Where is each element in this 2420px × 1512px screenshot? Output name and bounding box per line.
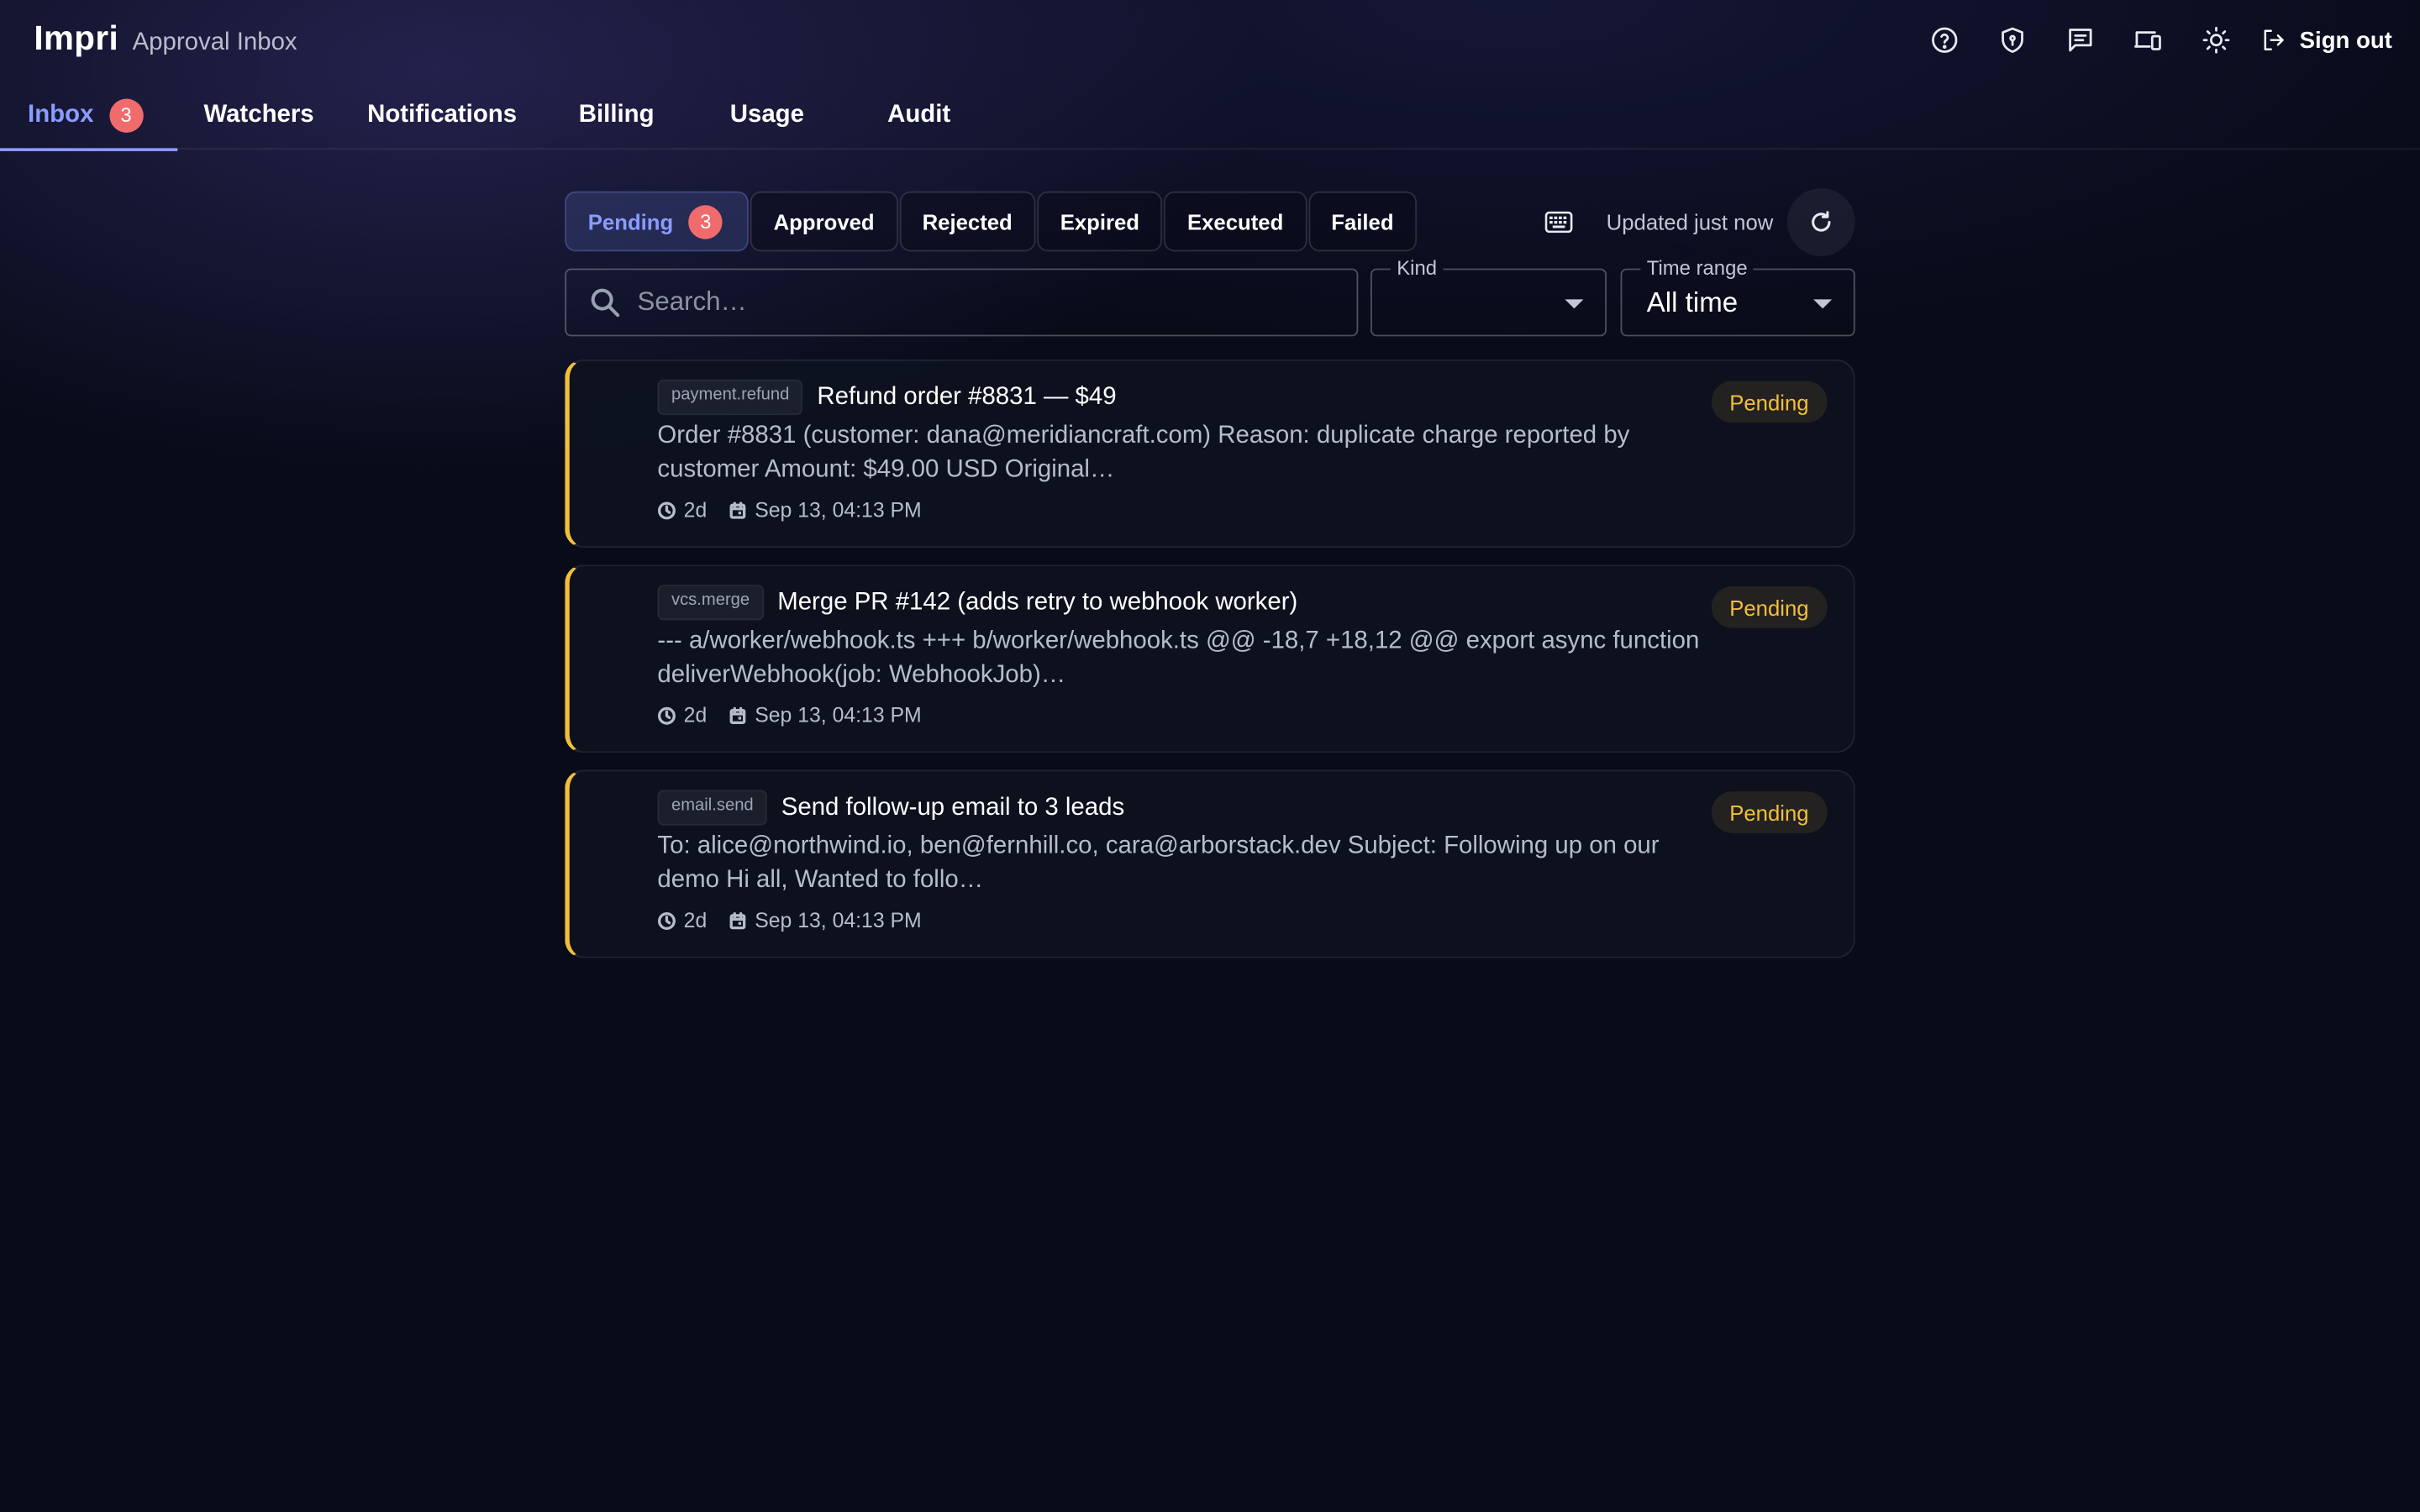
page-title: Approval Inbox <box>132 29 297 56</box>
chevron-down-icon <box>1565 299 1584 309</box>
request-card[interactable]: email.send Send follow-up email to 3 lea… <box>565 769 1855 958</box>
calendar-icon <box>729 706 746 724</box>
clock-icon <box>657 911 676 930</box>
filter-tab-failed[interactable]: Failed <box>1307 191 1418 252</box>
search-box <box>565 268 1359 337</box>
request-date: Sep 13, 04:13 PM <box>755 908 922 932</box>
time-range-label: Time range <box>1640 255 1754 281</box>
inbox-count-badge: 3 <box>108 97 144 133</box>
theme-icon[interactable] <box>2182 18 2250 61</box>
filter-tab-approved[interactable]: Approved <box>750 191 898 252</box>
request-preview: Order #8831 (customer: dana@meridiancraf… <box>657 423 1630 483</box>
logout-icon <box>2264 29 2284 51</box>
filter-tab-label: Pending <box>587 208 674 234</box>
nav-tab-label: Usage <box>729 101 804 128</box>
nav-tab-usage[interactable]: Usage <box>730 81 804 150</box>
time-range-select[interactable]: Time range All time <box>1620 255 1855 337</box>
kind-chip: email.send <box>657 790 768 826</box>
app-name: Impri <box>34 18 119 57</box>
kind-select-label: Kind <box>1390 255 1444 281</box>
kind-chip: vcs.merge <box>657 585 764 621</box>
refresh-icon <box>1812 210 1831 231</box>
request-date: Sep 13, 04:13 PM <box>755 703 922 727</box>
request-card[interactable]: payment.refund Refund order #8831 — $49 … <box>565 359 1855 549</box>
nav-tab-billing[interactable]: Billing <box>579 81 655 150</box>
request-preview: --- a/worker/webhook.ts +++ b/worker/web… <box>657 627 1700 689</box>
inbox-panel: Pending 3 Approved Rejected Expired Exec… <box>565 187 1855 975</box>
filter-tab-label: Approved <box>773 208 875 234</box>
kind-chip: payment.refund <box>657 379 803 416</box>
request-age: 2d <box>683 908 708 932</box>
request-age: 2d <box>683 498 708 522</box>
nav-tab-label: Audit <box>887 101 951 128</box>
app-header: Impri Approval Inbox Sign out <box>0 0 2420 81</box>
main-nav: Inbox 3 Watchers Notifications Billing U… <box>0 81 2420 151</box>
request-list: payment.refund Refund order #8831 — $49 … <box>565 359 1855 958</box>
filter-tab-rejected[interactable]: Rejected <box>899 191 1036 252</box>
nav-tab-watchers[interactable]: Watchers <box>203 81 313 150</box>
request-age: 2d <box>683 703 708 727</box>
kind-select[interactable]: Kind <box>1370 255 1607 337</box>
sign-out-button[interactable]: Sign out <box>2260 26 2392 54</box>
date-meta: Sep 13, 04:13 PM <box>729 909 922 932</box>
updated-status-text: Updated just now <box>1606 208 1774 234</box>
sign-out-label: Sign out <box>2299 27 2392 54</box>
nav-tab-audit[interactable]: Audit <box>887 81 950 150</box>
status-badge: Pending <box>1711 381 1828 423</box>
request-title: Refund order #8831 — $49 <box>817 383 1117 410</box>
filter-tab-label: Executed <box>1186 208 1284 234</box>
status-filter-tabs: Pending 3 Approved Rejected Expired Exec… <box>565 187 1855 255</box>
age-meta: 2d <box>657 909 707 932</box>
request-date: Sep 13, 04:13 PM <box>755 498 922 522</box>
nav-tab-label: Notifications <box>367 101 518 128</box>
nav-tab-notifications[interactable]: Notifications <box>367 81 517 150</box>
filter-tab-expired[interactable]: Expired <box>1037 191 1163 252</box>
nav-tab-label: Watchers <box>203 101 314 128</box>
request-meta: 2d Sep 13, 04:13 PM <box>657 498 943 522</box>
request-card-header: vcs.merge Merge PR #142 (adds retry to w… <box>657 585 1298 621</box>
age-meta: 2d <box>657 498 707 522</box>
search-filter-row: Kind Time range All time <box>565 255 1855 337</box>
search-icon <box>591 288 620 318</box>
status-badge: Pending <box>1711 791 1828 833</box>
date-meta: Sep 13, 04:13 PM <box>729 498 922 522</box>
header-actions: Sign out <box>1911 18 2392 61</box>
pending-count-badge: 3 <box>688 204 723 239</box>
filter-tab-label: Rejected <box>922 208 1013 234</box>
request-preview: To: alice@northwind.io, ben@fernhill.co,… <box>657 832 1660 894</box>
filter-tab-label: Expired <box>1060 208 1140 234</box>
help-icon[interactable] <box>1911 18 1979 61</box>
nav-tab-label: Inbox <box>28 101 94 128</box>
request-card[interactable]: vcs.merge Merge PR #142 (adds retry to w… <box>565 564 1855 753</box>
status-badge: Pending <box>1711 585 1828 628</box>
calendar-icon <box>729 501 746 518</box>
clock-icon <box>657 501 676 519</box>
search-input[interactable] <box>637 286 1317 318</box>
date-meta: Sep 13, 04:13 PM <box>729 704 922 727</box>
refresh-status: Updated just now <box>1542 187 1855 255</box>
request-meta: 2d Sep 13, 04:13 PM <box>657 909 943 932</box>
request-card-header: email.send Send follow-up email to 3 lea… <box>657 790 1125 826</box>
keyboard-icon[interactable] <box>1542 207 1576 235</box>
request-card-header: payment.refund Refund order #8831 — $49 <box>657 379 1117 416</box>
request-meta: 2d Sep 13, 04:13 PM <box>657 704 943 727</box>
shield-icon[interactable] <box>1979 18 2047 61</box>
chevron-down-icon <box>1813 299 1833 309</box>
refresh-button[interactable] <box>1786 187 1855 255</box>
clock-icon <box>657 706 676 724</box>
chat-icon[interactable] <box>2046 18 2114 61</box>
nav-tab-inbox[interactable]: Inbox 3 <box>0 81 176 151</box>
filter-tab-label: Failed <box>1331 208 1394 234</box>
request-title: Merge PR #142 (adds retry to webhook wor… <box>777 588 1298 615</box>
calendar-icon <box>729 911 746 929</box>
nav-tab-label: Billing <box>578 101 655 128</box>
age-meta: 2d <box>657 704 707 727</box>
request-title: Send follow-up email to 3 leads <box>781 793 1125 821</box>
filter-tab-executed[interactable]: Executed <box>1164 191 1307 252</box>
devices-icon[interactable] <box>2114 18 2182 61</box>
time-range-value: All time <box>1646 286 1739 318</box>
filter-tab-pending[interactable]: Pending 3 <box>565 191 750 252</box>
brand: Impri Approval Inbox <box>34 18 297 59</box>
